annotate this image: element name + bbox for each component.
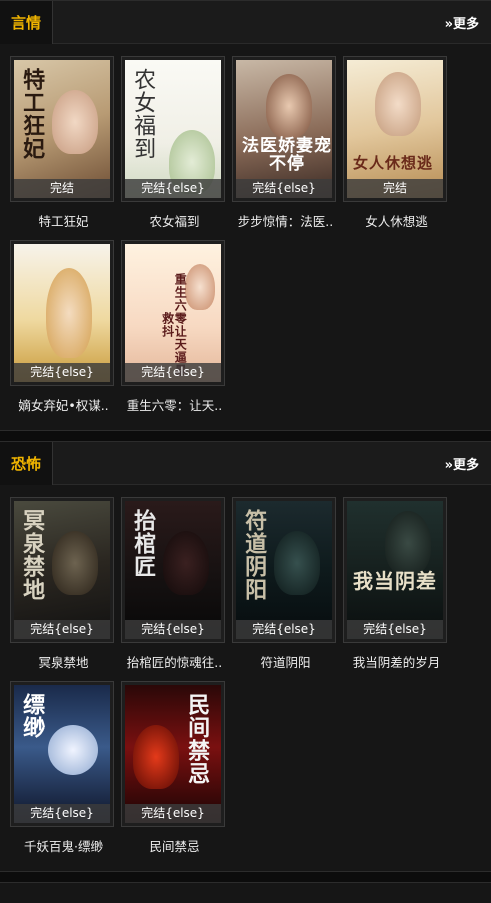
section-horror: 恐怖 »更多 冥泉禁地 完结{else} 冥泉禁地 抬棺匠 完结{else} 抬… xyxy=(0,441,491,872)
book-item[interactable]: 冥泉禁地 完结{else} 冥泉禁地 xyxy=(10,497,117,671)
page: 言情 »更多 特工狂妃 完结 特工狂妃 农女福到 完结{else} 农女福到 法… xyxy=(0,0,491,903)
book-title[interactable]: 重生六零：让天.. xyxy=(121,395,228,414)
book-item[interactable]: 女人休想逃 完结 女人休想逃 xyxy=(343,56,450,230)
cover-image: 符道阴阳 xyxy=(236,501,332,639)
book-item[interactable]: 民间禁忌 完结{else} 民间禁忌 xyxy=(121,681,228,855)
book-cover[interactable]: 我当阴差 完结{else} xyxy=(343,497,447,643)
book-cover[interactable]: 特工狂妃 完结 xyxy=(10,56,114,202)
book-grid: 特工狂妃 完结 特工狂妃 农女福到 完结{else} 农女福到 法医娇妻宠不停 … xyxy=(0,44,491,430)
book-item[interactable]: 缥缈 完结{else} 千妖百鬼·缥缈 xyxy=(10,681,117,855)
cover-text: 符道阴阳 xyxy=(241,509,268,601)
book-item[interactable]: 符道阴阳 完结{else} 符道阴阳 xyxy=(232,497,339,671)
book-item[interactable]: 农女福到 完结{else} 农女福到 xyxy=(121,56,228,230)
cover-image: 抬棺匠 xyxy=(125,501,221,639)
book-title[interactable]: 符道阴阳 xyxy=(232,652,339,671)
cover-image: 重生六零让天逼暴救抖 xyxy=(125,244,221,382)
cover-text: 特工狂妃 xyxy=(19,68,46,160)
status-badge: 完结{else} xyxy=(125,363,221,382)
status-badge: 完结 xyxy=(14,179,110,198)
more-link[interactable]: »更多 xyxy=(445,1,479,43)
book-title[interactable]: 冥泉禁地 xyxy=(10,652,117,671)
cover-text: 农女福到 xyxy=(130,68,156,160)
cover-image: 缥缈 xyxy=(14,685,110,823)
status-badge: 完结{else} xyxy=(14,804,110,823)
cover-image: 女人休想逃 xyxy=(347,60,443,198)
book-item[interactable]: 法医娇妻宠不停 完结{else} 步步惊情：法医.. xyxy=(232,56,339,230)
cover-image: 特工狂妃 xyxy=(14,60,110,198)
book-title[interactable]: 抬棺匠的惊魂往.. xyxy=(121,652,228,671)
status-badge: 完结{else} xyxy=(14,620,110,639)
section-title: 言情 xyxy=(0,1,53,44)
section-header: 言情 »更多 xyxy=(0,1,491,44)
book-title[interactable]: 千妖百鬼·缥缈 xyxy=(10,836,117,855)
book-item[interactable]: 我当阴差 完结{else} 我当阴差的岁月 xyxy=(343,497,450,671)
cover-image xyxy=(14,244,110,382)
book-cover[interactable]: 符道阴阳 完结{else} xyxy=(232,497,336,643)
status-badge: 完结{else} xyxy=(236,620,332,639)
section-title: 恐怖 xyxy=(0,442,53,485)
book-title[interactable]: 步步惊情：法医.. xyxy=(232,211,339,230)
cover-image: 我当阴差 xyxy=(347,501,443,639)
cover-text: 女人休想逃 xyxy=(353,154,434,172)
book-title[interactable]: 女人休想逃 xyxy=(343,211,450,230)
book-item[interactable]: 重生六零让天逼暴救抖 完结{else} 重生六零：让天.. xyxy=(121,240,228,414)
more-link[interactable]: »更多 xyxy=(445,442,479,484)
book-cover[interactable]: 农女福到 完结{else} xyxy=(121,56,225,202)
book-title[interactable]: 民间禁忌 xyxy=(121,836,228,855)
book-cover[interactable]: 民间禁忌 完结{else} xyxy=(121,681,225,827)
cover-text: 抬棺匠 xyxy=(130,509,157,578)
cover-text: 法医娇妻宠不停 xyxy=(242,136,332,174)
book-item[interactable]: 抬棺匠 完结{else} 抬棺匠的惊魂往.. xyxy=(121,497,228,671)
cover-text: 我当阴差 xyxy=(353,569,437,593)
book-cover[interactable]: 重生六零让天逼暴救抖 完结{else} xyxy=(121,240,225,386)
book-title[interactable]: 农女福到 xyxy=(121,211,228,230)
next-section-edge xyxy=(0,882,491,903)
status-badge: 完结{else} xyxy=(125,620,221,639)
book-item[interactable]: 特工狂妃 完结 特工狂妃 xyxy=(10,56,117,230)
book-title[interactable]: 嫡女弃妃•权谋.. xyxy=(10,395,117,414)
cover-image: 法医娇妻宠不停 xyxy=(236,60,332,198)
cover-text: 冥泉禁地 xyxy=(19,509,46,601)
cover-image: 农女福到 xyxy=(125,60,221,198)
status-badge: 完结{else} xyxy=(125,804,221,823)
status-badge: 完结{else} xyxy=(14,363,110,382)
book-cover[interactable]: 法医娇妻宠不停 完结{else} xyxy=(232,56,336,202)
book-cover[interactable]: 完结{else} xyxy=(10,240,114,386)
book-cover[interactable]: 冥泉禁地 完结{else} xyxy=(10,497,114,643)
section-header: 恐怖 »更多 xyxy=(0,442,491,485)
book-item[interactable]: 完结{else} 嫡女弃妃•权谋.. xyxy=(10,240,117,414)
cover-text: 民间禁忌 xyxy=(184,693,211,785)
status-badge: 完结{else} xyxy=(347,620,443,639)
cover-image: 冥泉禁地 xyxy=(14,501,110,639)
status-badge: 完结{else} xyxy=(125,179,221,198)
status-badge: 完结{else} xyxy=(236,179,332,198)
status-badge: 完结 xyxy=(347,179,443,198)
cover-text: 缥缈 xyxy=(19,693,46,739)
book-cover[interactable]: 抬棺匠 完结{else} xyxy=(121,497,225,643)
book-title[interactable]: 我当阴差的岁月 xyxy=(343,652,450,671)
book-cover[interactable]: 女人休想逃 完结 xyxy=(343,56,447,202)
book-title[interactable]: 特工狂妃 xyxy=(10,211,117,230)
section-romance: 言情 »更多 特工狂妃 完结 特工狂妃 农女福到 完结{else} 农女福到 法… xyxy=(0,0,491,431)
cover-image: 民间禁忌 xyxy=(125,685,221,823)
book-grid: 冥泉禁地 完结{else} 冥泉禁地 抬棺匠 完结{else} 抬棺匠的惊魂往.… xyxy=(0,485,491,871)
book-cover[interactable]: 缥缈 完结{else} xyxy=(10,681,114,827)
